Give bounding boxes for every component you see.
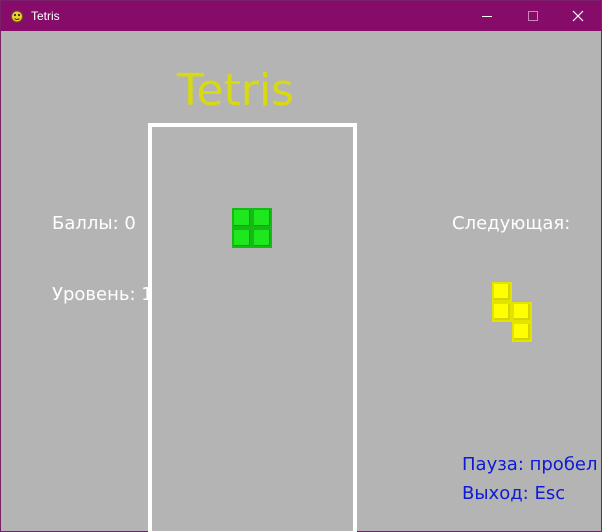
close-icon xyxy=(572,10,584,22)
game-title: Tetris xyxy=(177,65,294,116)
level-label: Уровень: 1 xyxy=(52,284,153,305)
current-piece-block xyxy=(252,228,272,248)
score-label: Баллы: 0 xyxy=(52,213,136,234)
pause-hint: Пауза: пробел xyxy=(462,454,598,475)
game-window: Tetris Tetris Баллы: 0 Уровень: 1 Следую… xyxy=(0,0,602,532)
minimize-icon xyxy=(482,16,492,17)
next-piece-block xyxy=(512,322,532,342)
next-piece-block xyxy=(512,302,532,322)
current-piece-block xyxy=(232,208,252,228)
pygame-snake-icon xyxy=(10,8,24,23)
next-piece-block xyxy=(492,302,512,322)
current-piece-block xyxy=(252,208,272,228)
game-board xyxy=(148,123,357,532)
maximize-button[interactable] xyxy=(510,1,556,31)
current-piece-block xyxy=(232,228,252,248)
title-bar[interactable]: Tetris xyxy=(1,1,601,31)
minimize-button[interactable] xyxy=(464,1,510,31)
exit-hint: Выход: Esc xyxy=(462,483,566,504)
maximize-icon xyxy=(528,11,538,21)
next-piece-block xyxy=(492,282,512,302)
close-button[interactable] xyxy=(555,1,601,31)
next-piece-label: Следующая: xyxy=(452,213,571,234)
window-title: Tetris xyxy=(31,9,60,23)
